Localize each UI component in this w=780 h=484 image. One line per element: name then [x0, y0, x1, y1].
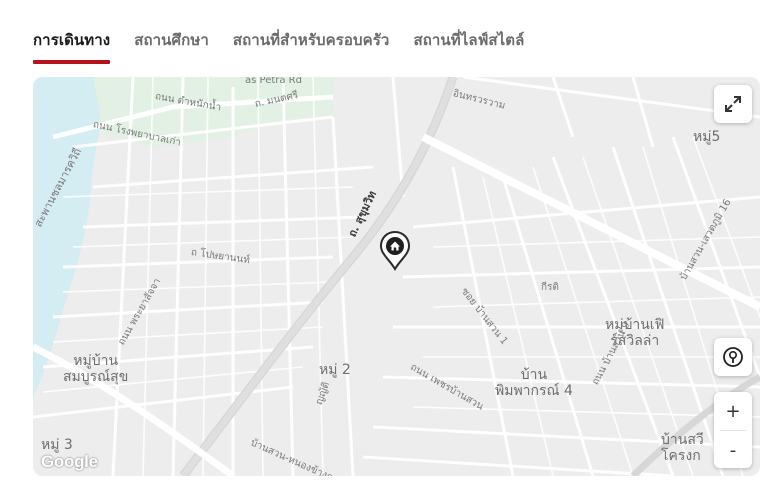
label-petra-rd: as Petra Rd: [245, 77, 302, 86]
google-logo: Google: [41, 452, 98, 471]
fullscreen-button[interactable]: [714, 85, 752, 123]
label-moo3: หมู่ 3: [41, 437, 73, 453]
label-krit: กีรติ: [541, 282, 559, 293]
pegman-icon: [723, 347, 743, 367]
label-moo2: หมู่ 2: [319, 362, 351, 378]
tab-lifestyle[interactable]: สถานที่ไลฟ์สไตล์: [413, 24, 524, 64]
home-pin-icon[interactable]: [379, 230, 411, 271]
tab-bar: การเดินทาง สถานศึกษา สถานที่สำหรับครอบคร…: [33, 24, 548, 64]
tab-education[interactable]: สถานศึกษา: [134, 24, 209, 64]
label-baan-phim: บ้าน พิมพากรณ์ 4: [495, 367, 573, 399]
fullscreen-icon: [725, 96, 741, 112]
label-moo-baan-sombun: หมู่บ้าน สมบูรณ์สุข: [63, 353, 129, 385]
zoom-control: + -: [714, 392, 752, 468]
zoom-out-button[interactable]: -: [714, 431, 752, 469]
label-moo5: หมู่5: [693, 129, 721, 145]
label-baan-rong: บ้านสวี โครงก: [661, 432, 704, 464]
map-view[interactable]: as Petra Rd อินทรวรวาม ถนน ตำหนักน้ำ ถ. …: [33, 77, 760, 476]
tab-travel[interactable]: การเดินทาง: [33, 24, 111, 64]
street-view-button[interactable]: [714, 338, 752, 376]
zoom-in-button[interactable]: +: [714, 392, 752, 430]
tab-family[interactable]: สถานที่สำหรับครอบครัว: [233, 24, 390, 64]
